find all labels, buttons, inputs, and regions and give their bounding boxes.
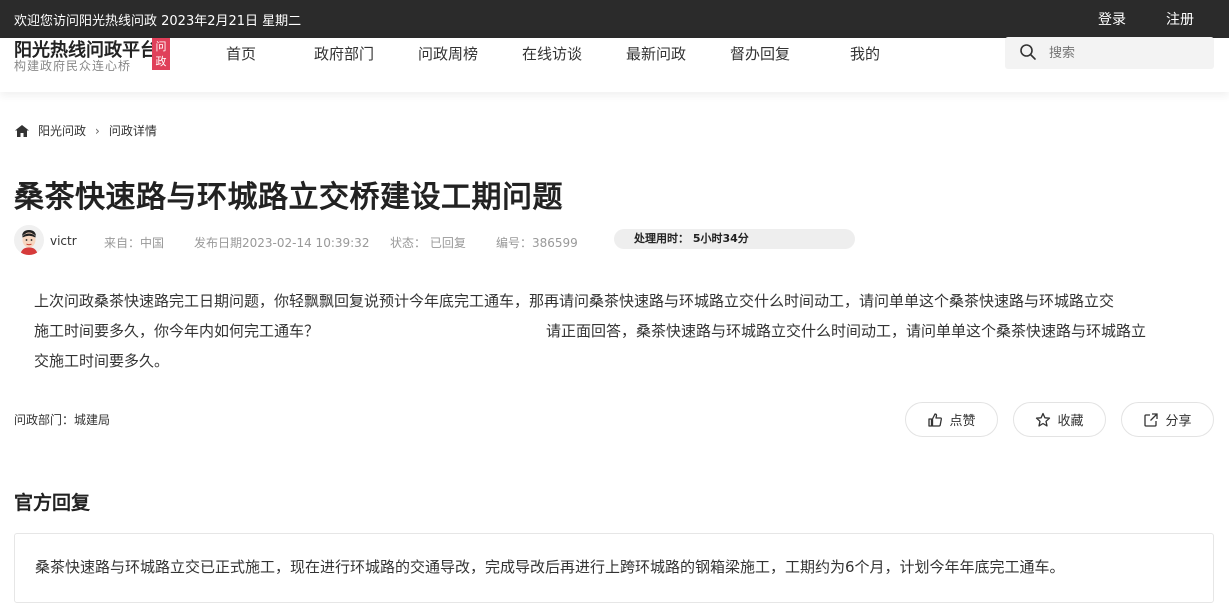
logo-badge: 问政 [152, 38, 170, 70]
search-icon[interactable] [1019, 43, 1037, 61]
official-reply-text: 桑茶快速路与环城路立交已正式施工，现在进行环城路的交通导改，完成导改后再进行上跨… [35, 558, 1065, 576]
star-icon [1036, 412, 1051, 427]
site-header: 阳光热线问政平台 构建政府民众连心桥 问政 首页 政府部门 问政周榜 在线访谈 … [0, 37, 1229, 92]
search-box[interactable] [1005, 37, 1214, 69]
favorite-button[interactable]: 收藏 [1013, 402, 1106, 437]
question-body: 上次问政桑茶快速路完工日期问题，你轻飘飘回复说预计今年底完工通车，那再请问桑茶快… [34, 286, 1194, 376]
share-button[interactable]: 分享 [1121, 402, 1214, 437]
search-input[interactable] [1049, 41, 1199, 65]
source-text: 来自：中国 [104, 236, 165, 250]
processing-time-badge: 处理用时： 5小时34分 [614, 229, 855, 249]
nav-online-interview[interactable]: 在线访谈 [522, 43, 582, 64]
share-icon [1144, 412, 1159, 427]
like-button[interactable]: 点赞 [905, 402, 998, 437]
question-body-line: 上次问政桑茶快速路完工日期问题，你轻飘飘回复说预计今年底完工通车，那再请问桑茶快… [34, 292, 1115, 310]
breadcrumb-current: 问政详情 [108, 124, 157, 138]
thumbs-up-icon [928, 412, 943, 427]
department-label: 问政部门：城建局 [14, 413, 111, 427]
nav-government-departments[interactable]: 政府部门 [314, 43, 374, 64]
chevron-right-icon: › [95, 123, 100, 138]
favorite-label: 收藏 [1057, 414, 1084, 429]
question-body-line: 请正面回答，桑茶快速路与环城路立交什么时间动工，请问单单这个桑茶快速路与环城路立 [546, 322, 1147, 340]
question-body-line-2: 施工时间要多久，你今年内如何完工通车？ 请正面回答，桑茶快速路与环城路立交什么时… [34, 316, 1194, 346]
welcome-text: 欢迎您访问阳光热线问政 2023年2月21日 星期二 [14, 14, 302, 29]
login-link[interactable]: 登录 [1098, 9, 1126, 29]
nav-weekly-ranking[interactable]: 问政周榜 [418, 43, 478, 64]
official-reply-heading: 官方回复 [14, 492, 91, 514]
nav-home[interactable]: 首页 [226, 43, 256, 64]
share-label: 分享 [1165, 414, 1192, 429]
logo-slogan: 构建政府民众连心桥 [14, 59, 132, 73]
avatar[interactable] [14, 225, 44, 255]
nav-supervised-replies[interactable]: 督办回复 [730, 43, 790, 64]
home-icon [15, 124, 29, 137]
question-body-line: 施工时间要多久，你今年内如何完工通车？ [34, 322, 320, 340]
question-number: 编号：386599 [496, 236, 578, 250]
status-text: 状态： 已回复 [390, 236, 466, 250]
top-bar: 欢迎您访问阳光热线问政 2023年2月21日 星期二 登录 注册 [0, 0, 1229, 38]
publish-date: 发布日期2023-02-14 10:39:32 [194, 236, 370, 250]
author-name[interactable]: victr [50, 234, 77, 248]
register-link[interactable]: 注册 [1166, 9, 1194, 29]
nav-mine[interactable]: 我的 [850, 43, 880, 64]
breadcrumb-home[interactable]: 阳光问政 [38, 122, 86, 139]
official-reply-box: 桑茶快速路与环城路立交已正式施工，现在进行环城路的交通导改，完成导改后再进行上跨… [14, 533, 1214, 603]
nav-latest-questions[interactable]: 最新问政 [626, 43, 686, 64]
page-title: 桑茶快速路与环城路立交桥建设工期问题 [14, 180, 563, 215]
question-body-line: 交施工时间要多久。 [34, 352, 170, 370]
breadcrumb: 阳光问政 › 问政详情 [14, 122, 157, 139]
avatar-icon [14, 225, 44, 255]
like-label: 点赞 [949, 414, 976, 429]
